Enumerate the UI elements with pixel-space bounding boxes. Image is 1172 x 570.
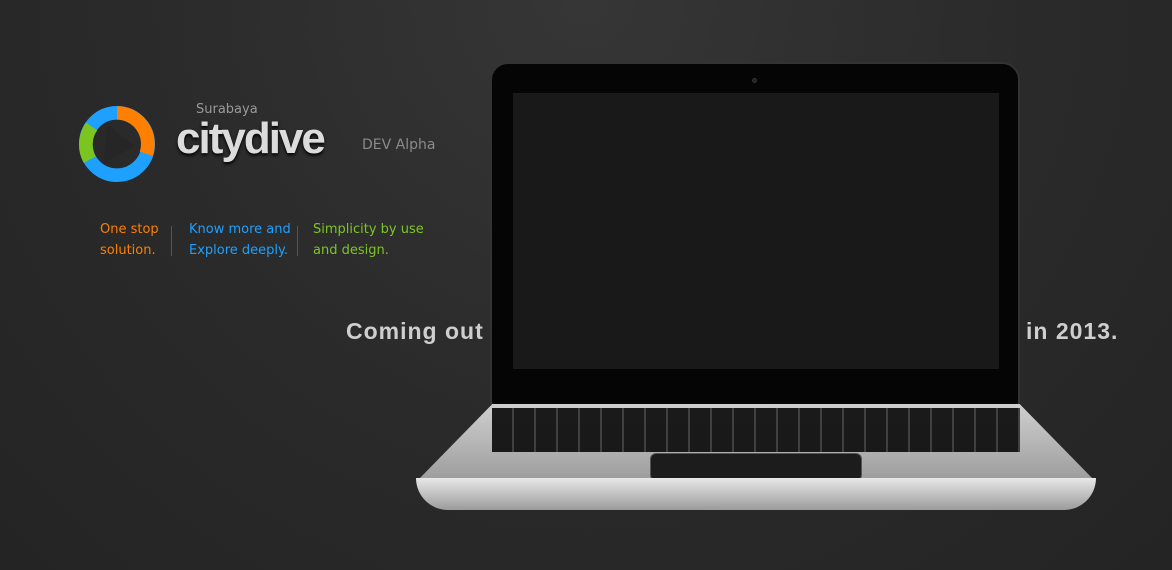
brand-name: citydive [176,114,326,163]
tagline-text: and design. [313,243,389,258]
tagline-text: Explore deeply. [189,243,288,258]
divider [297,226,298,256]
tagline-text: Know more and [189,222,291,237]
version-label: DEV Alpha [362,137,436,153]
divider [171,226,172,256]
tagline-text: solution. [100,243,156,258]
laptop-front-edge [416,478,1096,510]
tagline-2: Know more and Explore deeply. [189,219,291,261]
release-year-text: in 2013. [1026,318,1119,344]
webcam-icon [752,78,757,83]
citydive-logo-icon [78,105,156,183]
laptop-touchpad [650,453,862,481]
coming-out-text: Coming out [346,318,484,344]
laptop-keyboard [492,408,1020,452]
laptop-screen [513,93,999,369]
tagline-text: One stop [100,222,159,237]
tagline-text: Simplicity by use [313,222,424,237]
tagline-1: One stop solution. [100,219,159,261]
tagline-3: Simplicity by use and design. [313,219,424,261]
